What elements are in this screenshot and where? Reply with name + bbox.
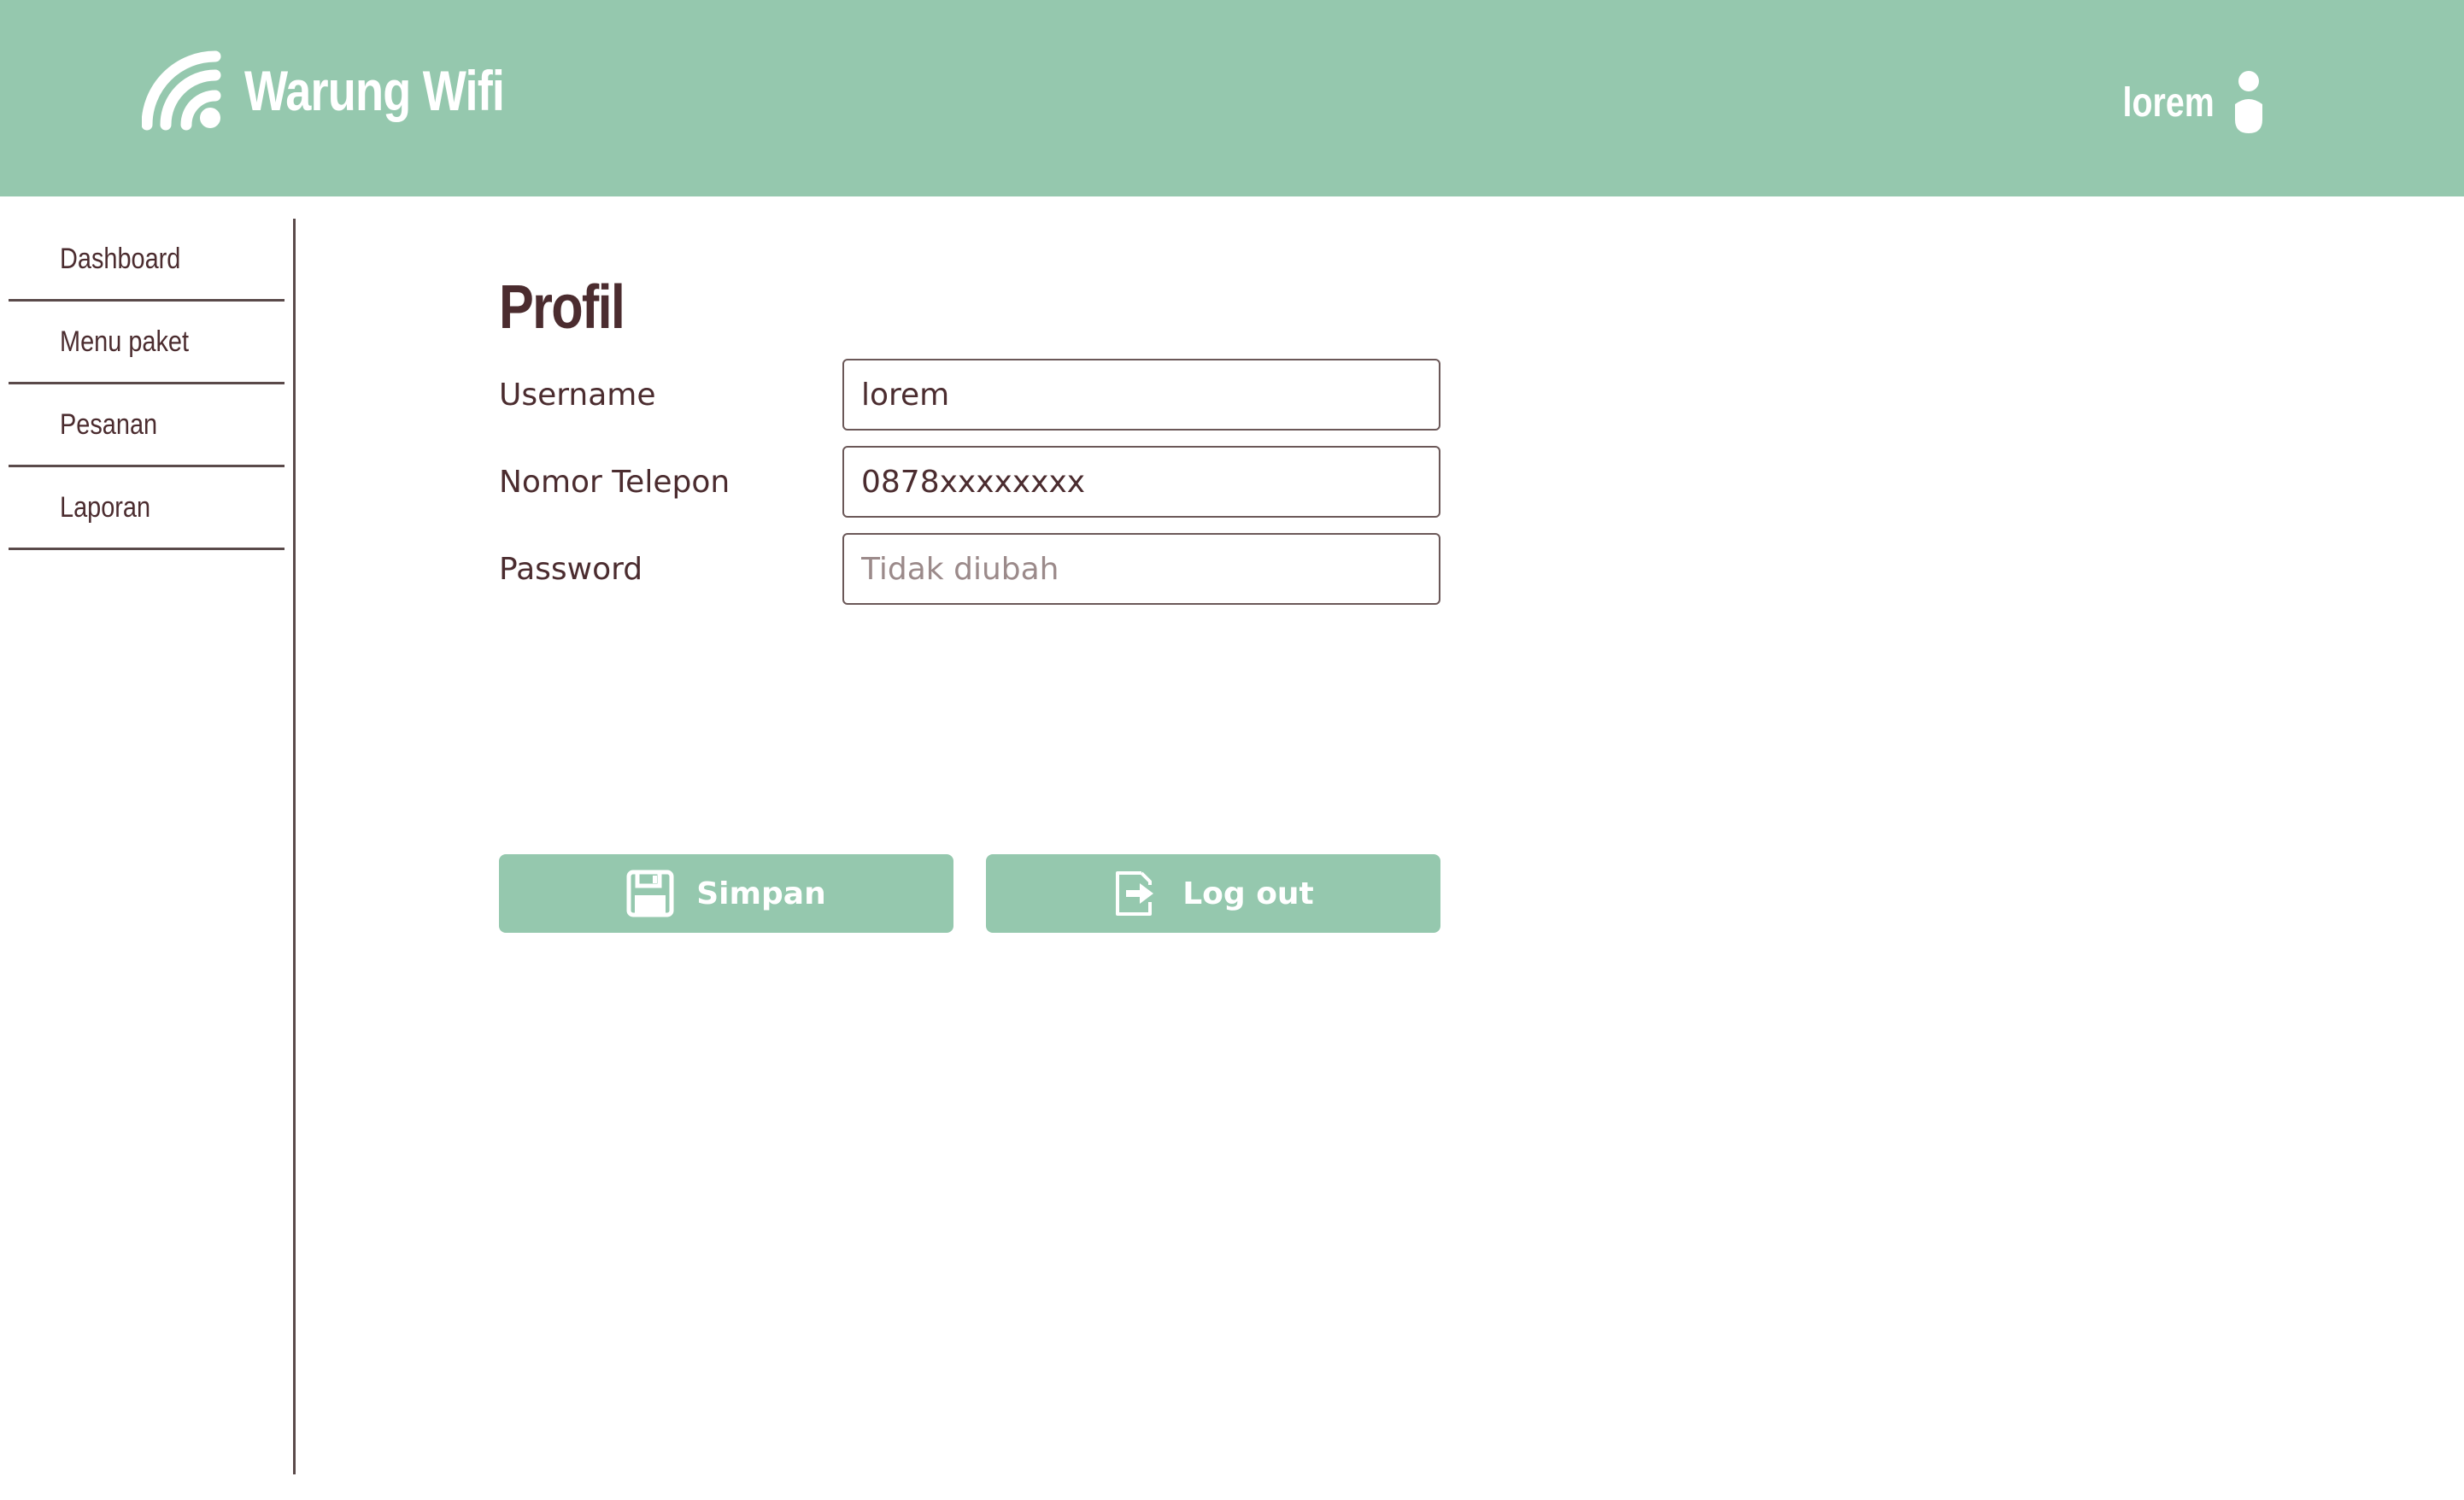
wifi-icon — [142, 50, 221, 131]
password-field[interactable] — [842, 533, 1440, 605]
logout-button[interactable]: Log out — [986, 854, 1440, 933]
sidebar-item-label: Pesanan — [60, 407, 158, 441]
user-name: lorem — [2122, 79, 2215, 126]
password-row: Password — [499, 533, 1524, 605]
sidebar: Dashboard Menu paket Pesanan Laporan — [0, 219, 296, 1474]
sidebar-item-label: Dashboard — [60, 242, 181, 275]
sidebar-item-dashboard[interactable]: Dashboard — [9, 219, 285, 302]
save-button[interactable]: Simpan — [499, 854, 953, 933]
sidebar-item-label: Laporan — [60, 490, 151, 524]
username-row: Username — [499, 359, 1524, 431]
floppy-disk-icon — [626, 870, 674, 917]
username-label: Username — [499, 377, 656, 413]
phone-row: Nomor Telepon — [499, 446, 1524, 518]
username-field[interactable] — [842, 359, 1440, 431]
sidebar-item-label: Menu paket — [60, 325, 190, 358]
user-icon — [2235, 71, 2262, 133]
user-menu[interactable]: lorem — [2103, 67, 2266, 138]
phone-label: Nomor Telepon — [499, 464, 730, 500]
save-button-label: Simpan — [696, 876, 826, 911]
sidebar-item-laporan[interactable]: Laporan — [9, 467, 285, 550]
logout-button-label: Log out — [1182, 876, 1314, 911]
profile-panel: Profil Username Nomor Telepon Password — [499, 256, 1524, 620]
top-header: Warung Wifi lorem — [0, 0, 2464, 196]
form-actions: Simpan Log out — [499, 854, 1440, 933]
sign-out-icon — [1116, 871, 1154, 916]
brand-logo[interactable]: Warung Wifi — [142, 48, 561, 133]
sidebar-item-pesanan[interactable]: Pesanan — [9, 384, 285, 467]
brand-name: Warung Wifi — [244, 59, 505, 122]
phone-field[interactable] — [842, 446, 1440, 518]
sidebar-item-menu-paket[interactable]: Menu paket — [9, 302, 285, 384]
page-title: Profil — [499, 273, 625, 342]
password-label: Password — [499, 551, 643, 587]
